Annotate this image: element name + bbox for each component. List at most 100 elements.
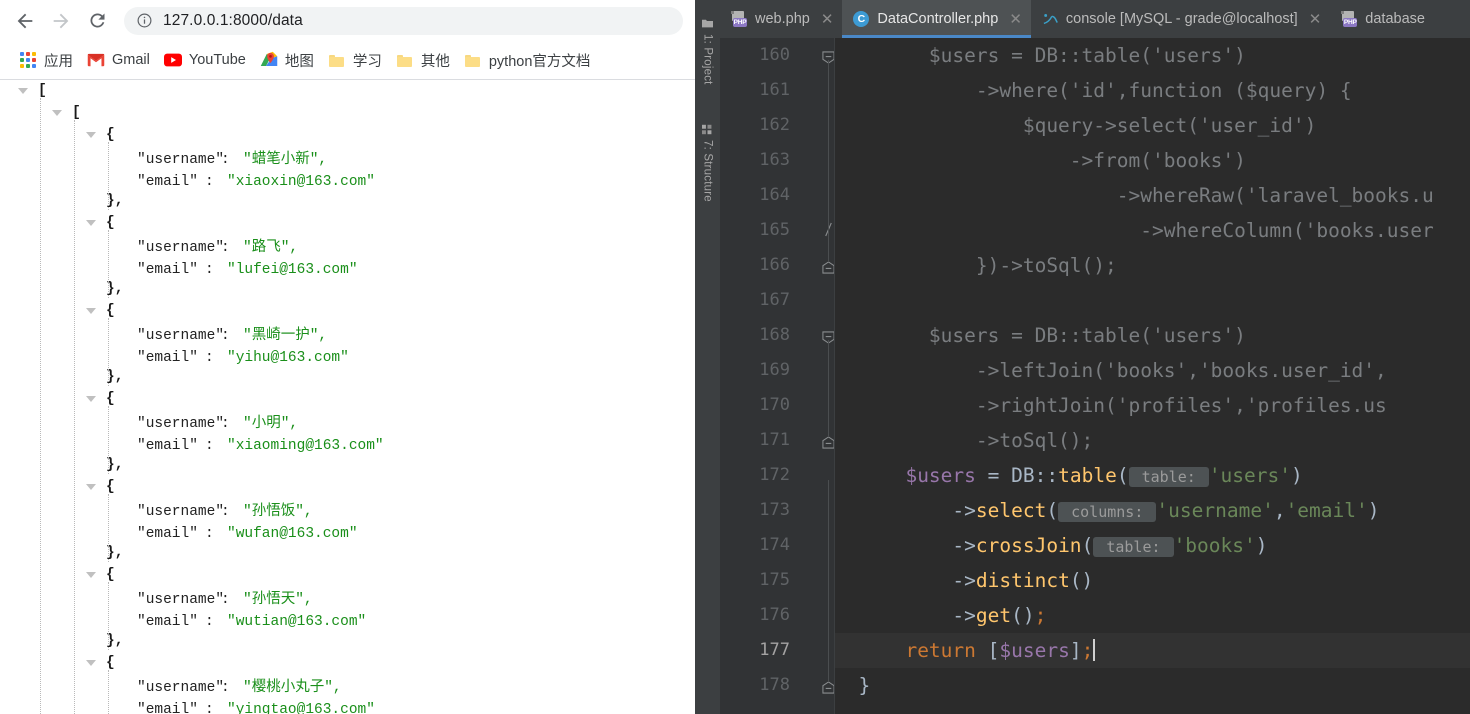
bookmark-maps[interactable]: 地图 [253, 47, 321, 73]
code-line[interactable]: ->distinct() [835, 563, 1470, 598]
code-line[interactable]: ->toSql(); [835, 423, 1470, 458]
close-icon[interactable]: ✕ [1309, 12, 1322, 27]
google-maps-icon [260, 51, 278, 69]
indent-guide [108, 582, 109, 650]
browser-window: 127.0.0.1:8000/data 应用 Gmail YouTube 地图 … [0, 0, 695, 714]
code-token: ->leftJoin('books','books.user_id', [835, 359, 1387, 382]
code-line[interactable]: ->crossJoin( table: 'books') [835, 528, 1470, 563]
code-text-area[interactable]: $users = DB::table('users') ->where('id'… [835, 38, 1470, 714]
line-number: 162 [759, 115, 790, 135]
tab-label: web.php [755, 11, 810, 27]
project-folder-icon [701, 18, 713, 29]
code-line[interactable]: $query->select('user_id') [835, 108, 1470, 143]
arrow-left-icon [14, 10, 36, 32]
tab-label: database [1365, 11, 1425, 27]
bookmark-gmail[interactable]: Gmail [80, 47, 157, 73]
bookmark-label: 学习 [352, 53, 382, 70]
indent-guide [40, 98, 41, 714]
bookmark-label: 其他 [420, 53, 450, 70]
line-number: 163 [759, 150, 790, 170]
code-line[interactable]: ->rightJoin('profiles','profiles.us [835, 388, 1470, 423]
phpstorm-window: 1: Project 7: Structure PHP web.php ✕ C … [695, 0, 1470, 714]
code-token: ) [1255, 534, 1268, 557]
code-line[interactable]: ->leftJoin('books','books.user_id', [835, 353, 1470, 388]
code-line[interactable]: ->select( columns: 'username','email') [835, 493, 1470, 528]
parameter-hint: table: [1128, 467, 1209, 487]
code-token: ) [1291, 464, 1303, 487]
code-line[interactable]: ->get(); [835, 598, 1470, 633]
reload-button[interactable] [80, 4, 114, 38]
tab-web-php[interactable]: PHP web.php ✕ [720, 0, 842, 38]
bookmark-youtube[interactable]: YouTube [157, 47, 253, 73]
code-token: 'users' [1208, 464, 1291, 487]
bookmark-label: Gmail [112, 52, 150, 68]
line-number: 177 [759, 640, 790, 660]
code-token: , [1273, 499, 1286, 522]
bookmark-folder-python-docs[interactable]: python官方文档 [457, 47, 598, 73]
code-line[interactable]: $users = DB::table('users') [835, 318, 1470, 353]
line-number: 167 [759, 290, 790, 310]
php-file-icon: PHP [1341, 10, 1358, 28]
line-number: 170 [759, 395, 790, 415]
bookmark-apps[interactable]: 应用 [12, 47, 80, 73]
youtube-icon [163, 51, 182, 69]
line-number: 172 [759, 465, 790, 485]
forward-button[interactable] [44, 4, 78, 38]
code-line[interactable]: })->toSql(); [835, 248, 1470, 283]
code-line[interactable]: } [835, 668, 1470, 703]
bookmark-folder-study[interactable]: 学习 [321, 47, 389, 73]
line-number: 165 [759, 220, 790, 240]
code-line[interactable] [835, 283, 1470, 318]
line-number: 171 [759, 430, 790, 450]
code-token: = [975, 464, 1012, 487]
code-token: ->from('books') [835, 149, 1246, 172]
bookmark-folder-other[interactable]: 其他 [389, 47, 457, 73]
code-token: $users [999, 639, 1070, 662]
indent-guide [74, 120, 75, 714]
bookmark-label: 地图 [284, 53, 314, 70]
line-number-gutter[interactable]: 160 161 162 163 164 165 166 167 168 169 170 171 172 1… [720, 38, 835, 714]
code-token: () [1069, 569, 1094, 592]
php-file-icon: PHP [731, 10, 748, 28]
indent-guide [108, 318, 109, 386]
bookmark-label: python官方文档 [488, 53, 591, 70]
address-bar[interactable]: 127.0.0.1:8000/data [124, 6, 683, 35]
sidebar-item-structure[interactable]: 7: Structure [695, 112, 720, 214]
tab-label: DataController.php [877, 11, 999, 27]
code-token: distinct [975, 569, 1070, 592]
sidebar-item-project[interactable]: 1: Project [695, 8, 720, 94]
code-token: $query->select('user_id') [835, 114, 1317, 137]
code-line[interactable]: $users = DB::table( table: 'users') [835, 458, 1470, 493]
folder-icon [328, 51, 346, 69]
code-token: -> [835, 534, 976, 557]
back-button[interactable] [8, 4, 42, 38]
code-line[interactable]: ->whereRaw('laravel_books.u [835, 178, 1470, 213]
tool-window-stripe: 1: Project 7: Structure [695, 0, 721, 714]
close-icon[interactable]: ✕ [1009, 12, 1022, 27]
line-number: 175 [759, 570, 790, 590]
code-token: -> [835, 499, 976, 522]
code-line[interactable]: ->whereColumn('books.user [835, 213, 1470, 248]
line-number: 178 [759, 675, 790, 695]
code-token: ( [1116, 464, 1129, 487]
code-token: -> [835, 569, 976, 592]
code-line[interactable]: ->where('id',function ($query) { [835, 73, 1470, 108]
code-line[interactable]: $users = DB::table('users') [835, 38, 1470, 73]
code-line[interactable]: ->from('books') [835, 143, 1470, 178]
sidebar-item-label: 1: Project [701, 33, 714, 85]
tab-mysql-console[interactable]: console [MySQL - grade@localhost] ✕ [1031, 0, 1330, 38]
tab-database[interactable]: PHP database [1330, 0, 1434, 38]
indent-guide [108, 494, 109, 562]
code-editor[interactable]: 160 161 162 163 164 165 166 167 168 169 170 171 172 1… [720, 38, 1470, 714]
address-bar-url[interactable]: 127.0.0.1:8000/data [163, 12, 303, 30]
info-circle-icon[interactable] [136, 12, 153, 29]
fold-connector [828, 480, 829, 682]
code-line[interactable]: return [$users]; [835, 633, 1470, 668]
line-number: 173 [759, 500, 790, 520]
line-number: 169 [759, 360, 790, 380]
reload-icon [87, 10, 108, 31]
close-icon[interactable]: ✕ [821, 12, 834, 27]
tab-datacontroller-php[interactable]: C DataController.php ✕ [842, 0, 1031, 38]
